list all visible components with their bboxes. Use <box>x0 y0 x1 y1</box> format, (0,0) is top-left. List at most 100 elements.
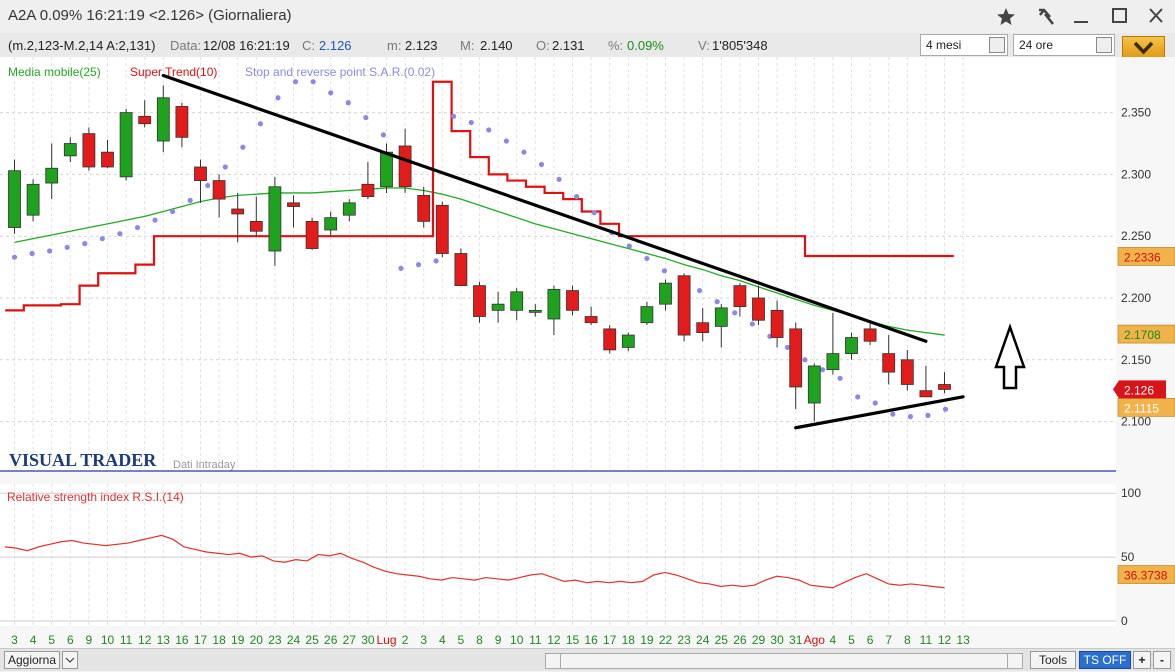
sar-dot <box>855 394 861 400</box>
maximize-icon[interactable] <box>1106 4 1132 28</box>
date-tick-label: 6 <box>867 633 874 647</box>
close-value: 2.126 <box>319 38 352 53</box>
candle-body <box>8 170 21 228</box>
ts-off-button[interactable]: TS OFF <box>1079 651 1131 669</box>
sar-dot <box>661 268 668 274</box>
date-tick-label: 19 <box>640 633 654 647</box>
period-select[interactable]: 4 mesi <box>920 34 1008 56</box>
candle-body <box>380 151 393 188</box>
sar-dot <box>942 406 949 412</box>
candle-body <box>938 384 951 390</box>
last-price-tag: 2.126 <box>1124 383 1154 397</box>
menu-chevron-button[interactable] <box>1122 36 1165 59</box>
interval-select[interactable]: 24 ore <box>1013 34 1115 56</box>
sar-dot <box>697 287 703 294</box>
data-label: Data: <box>170 38 202 53</box>
tools-button[interactable]: Tools <box>1030 651 1076 669</box>
sar-dot <box>468 119 474 126</box>
candle-body <box>659 282 672 305</box>
brand-logo: VISUAL TRADER <box>9 450 157 470</box>
sar-dot <box>152 217 158 223</box>
star-icon[interactable] <box>993 4 1019 28</box>
candle-body <box>547 288 561 320</box>
date-tick-label: 11 <box>529 633 542 647</box>
sar-dot <box>574 194 580 200</box>
candle-body <box>45 167 59 184</box>
zoom-out-button[interactable]: - <box>1153 651 1171 669</box>
candle-body <box>882 353 896 373</box>
sar-dot <box>626 243 632 249</box>
candle-body <box>584 316 598 324</box>
candle-body <box>733 285 747 308</box>
sar-dot <box>310 79 316 85</box>
date-tick-label: 30 <box>361 633 375 647</box>
pin-icon[interactable] <box>1032 4 1058 28</box>
date-tick-label: 24 <box>287 633 301 647</box>
sar-dot <box>187 197 193 203</box>
sar-dot <box>907 414 914 420</box>
price-tick-label: 2.200 <box>1121 291 1151 305</box>
date-tick-label: 18 <box>212 633 226 647</box>
sar-dot <box>170 208 176 215</box>
sar-dot <box>415 262 422 268</box>
sar-dot <box>82 241 88 247</box>
minimize-icon[interactable] <box>1068 4 1094 28</box>
chevron-down-icon <box>1133 41 1154 55</box>
date-tick-label: 17 <box>603 633 617 647</box>
price-tick-label: 2.250 <box>1121 229 1151 243</box>
date-tick-label: 8 <box>476 633 483 647</box>
open-value: 2.131 <box>552 38 585 53</box>
date-tick-label: 26 <box>733 633 747 647</box>
candle-body <box>119 112 133 178</box>
candle-body <box>342 202 356 216</box>
price-tick-label: 2.100 <box>1121 415 1151 429</box>
close-icon[interactable] <box>1143 4 1169 28</box>
candle-body <box>789 328 803 388</box>
sar-dot <box>556 176 562 182</box>
max-value: 2.140 <box>480 38 513 53</box>
scroll-left-icon[interactable] <box>546 654 561 668</box>
sar-dot <box>328 90 334 96</box>
brand-subtitle: Dati Intraday <box>173 459 236 471</box>
candle-body <box>807 365 821 404</box>
sar-dot <box>433 258 439 264</box>
date-tick-label: 18 <box>622 633 636 647</box>
date-tick-label: 11 <box>920 633 933 647</box>
sar-dot <box>925 412 931 418</box>
info-bar: (m.2,123-M.2,14 A:2,131) Data: 12/08 16:… <box>0 33 1175 58</box>
interval-value: 24 ore <box>1019 38 1054 52</box>
sar-dot <box>802 357 808 363</box>
date-tick-label: 9 <box>86 633 93 647</box>
date-tick-label: 4 <box>830 633 837 647</box>
candle-body <box>361 183 375 198</box>
scroll-right-icon[interactable] <box>1007 654 1022 668</box>
sar-dot <box>451 113 457 119</box>
date-tick-label: 27 <box>343 633 357 647</box>
sar-dot <box>222 164 228 170</box>
sar-dot <box>117 231 123 237</box>
volume-label: V: <box>698 38 710 53</box>
candle-body <box>194 166 207 181</box>
rsi-price-tag: 36.3738 <box>1124 569 1168 583</box>
date-tick-label: 10 <box>510 633 524 647</box>
candle-body <box>63 143 77 157</box>
sar-dot <box>205 182 211 189</box>
date-tick-label: 10 <box>101 633 115 647</box>
candle-body <box>603 328 617 351</box>
date-tick-label: 13 <box>157 633 171 647</box>
sar-dot <box>538 161 545 168</box>
chart-area[interactable]: Media mobile(25) Super Trend(10) Stop an… <box>0 57 1175 648</box>
min-label: m: <box>387 38 402 53</box>
candle-body <box>714 307 728 327</box>
rsi-tick-label: 50 <box>1121 550 1135 564</box>
date-tick-label: 31 <box>789 633 803 647</box>
date-tick-label: 5 <box>458 633 465 647</box>
sar-dot <box>591 210 597 216</box>
date-tick-label: 5 <box>848 633 855 647</box>
aggiorna-button[interactable]: Aggiorna <box>4 651 60 669</box>
aggiorna-dropdown[interactable] <box>62 651 78 669</box>
candle-body <box>900 359 914 385</box>
horizontal-scrollbar[interactable] <box>545 653 1023 669</box>
chevron-down-icon <box>65 657 75 663</box>
zoom-in-button[interactable]: + <box>1133 651 1151 669</box>
